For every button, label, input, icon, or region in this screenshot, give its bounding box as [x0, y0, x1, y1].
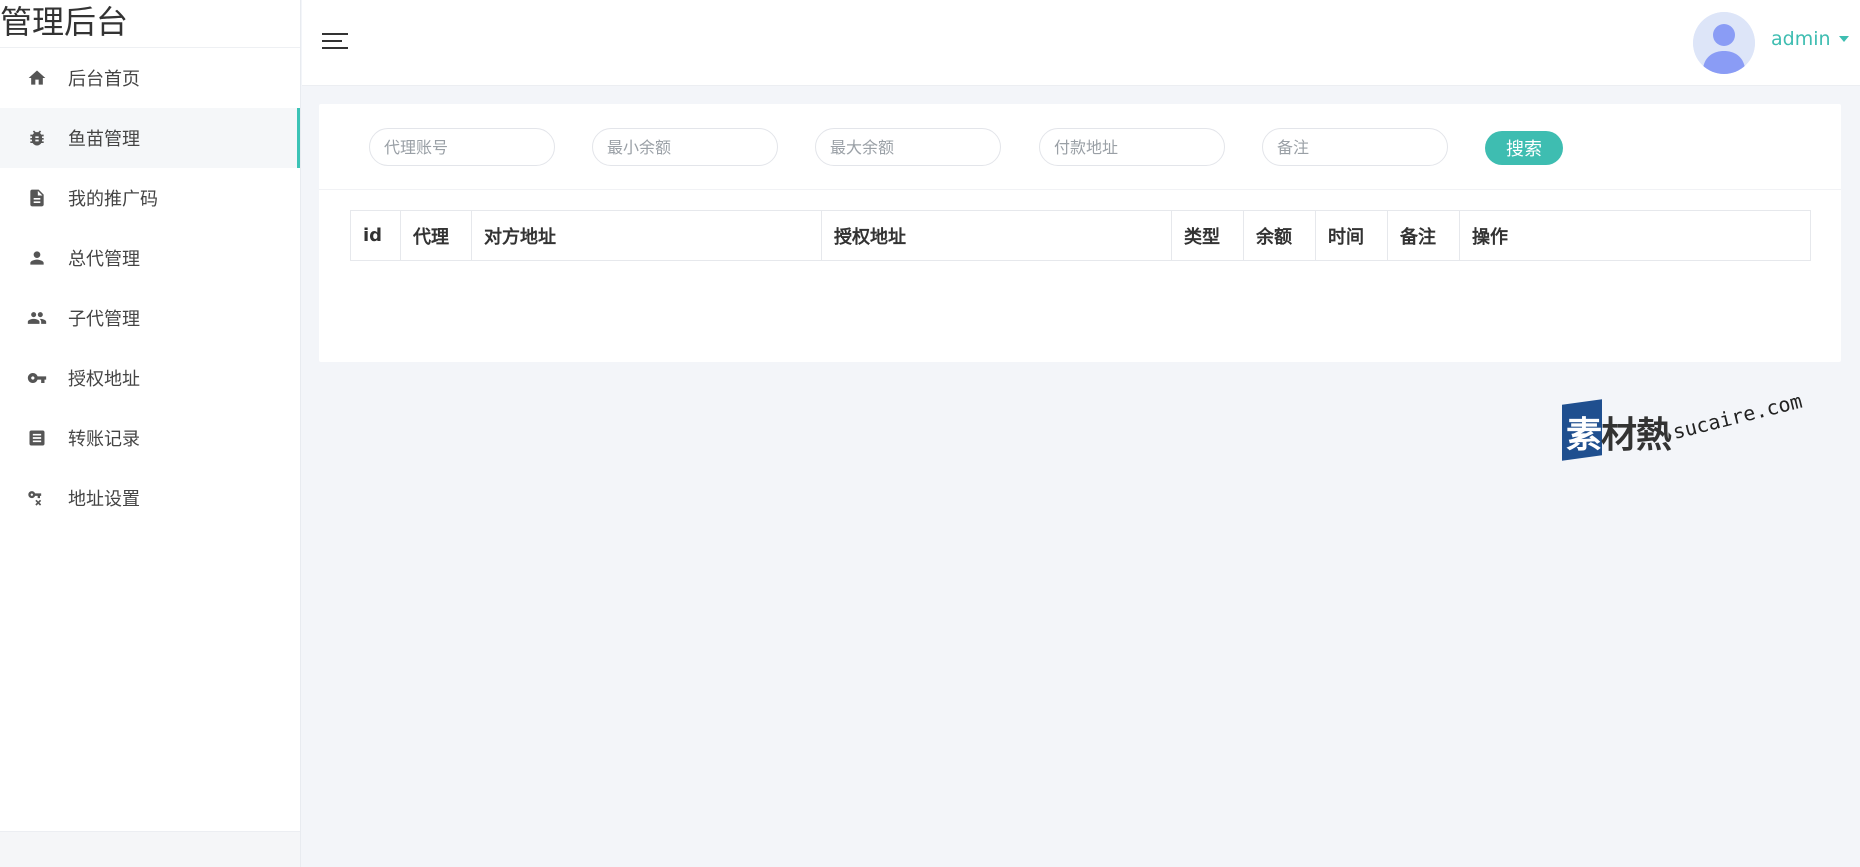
bug-icon	[26, 127, 48, 149]
sidebar-item-authorized-address[interactable]: 授权地址	[0, 348, 300, 408]
watermark-en-text: sucaire.com	[1670, 388, 1805, 444]
column-header-balance[interactable]: 余额	[1243, 210, 1316, 261]
column-header-remark[interactable]: 备注	[1387, 210, 1460, 261]
max-balance-input[interactable]	[815, 128, 1001, 166]
brand-title: 管理后台	[0, 0, 300, 48]
avatar[interactable]	[1693, 12, 1755, 74]
key-icon	[26, 367, 48, 389]
home-icon	[26, 67, 48, 89]
sidebar-item-address-settings[interactable]: 地址设置	[0, 468, 300, 528]
sidebar-item-label: 总代管理	[68, 249, 140, 270]
sidebar-item-label: 后台首页	[68, 69, 140, 90]
column-header-time[interactable]: 时间	[1315, 210, 1388, 261]
content-card: 搜索 id 代理 对方地址 授权地址 类型 余额 时间 备注 操作	[319, 104, 1841, 362]
document-icon	[26, 187, 48, 209]
sidebar-item-general-agent[interactable]: 总代管理	[0, 228, 300, 288]
chevron-down-icon	[1838, 36, 1849, 42]
sidebar-footer	[0, 831, 300, 867]
user-name: admin	[1771, 28, 1831, 50]
people-icon	[26, 307, 48, 329]
column-header-authorized-address[interactable]: 授权地址	[821, 210, 1172, 261]
table-header-row: id 代理 对方地址 授权地址 类型 余额 时间 备注 操作	[350, 210, 1811, 261]
remark-input[interactable]	[1262, 128, 1448, 166]
search-button[interactable]: 搜索	[1485, 131, 1563, 165]
sidebar-item-label: 子代管理	[68, 309, 140, 330]
sidebar-item-label: 我的推广码	[68, 189, 158, 210]
sidebar-item-fry-management[interactable]: 鱼苗管理	[0, 108, 300, 168]
sidebar-item-sub-agent[interactable]: 子代管理	[0, 288, 300, 348]
list-box-icon	[26, 427, 48, 449]
sidebar-item-label: 转账记录	[68, 429, 140, 450]
person-icon	[26, 247, 48, 269]
key-settings-icon	[26, 487, 48, 509]
sidebar-item-transfer-records[interactable]: 转账记录	[0, 408, 300, 468]
column-header-agent[interactable]: 代理	[400, 210, 472, 261]
sidebar-item-label: 地址设置	[68, 489, 140, 510]
payment-address-input[interactable]	[1039, 128, 1225, 166]
menu-toggle-icon[interactable]	[322, 30, 350, 52]
top-header: admin	[302, 0, 1860, 86]
min-balance-input[interactable]	[592, 128, 778, 166]
sidebar-item-label: 授权地址	[68, 369, 140, 390]
watermark-zh-text: 素材熱	[1566, 415, 1672, 456]
sidebar-item-home[interactable]: 后台首页	[0, 48, 300, 108]
sidebar-menu: 后台首页 鱼苗管理 我的推广码 总代管理 子代管理 授权地址 转账记录 地址设置	[0, 48, 300, 528]
filter-bar: 搜索	[319, 104, 1841, 190]
watermark-logo: 素材熱 sucaire.com	[1562, 389, 1812, 470]
sidebar-item-promo-code[interactable]: 我的推广码	[0, 168, 300, 228]
user-menu[interactable]: admin	[1771, 28, 1849, 50]
sidebar: 管理后台 后台首页 鱼苗管理 我的推广码 总代管理 子代管理 授权地址 转账记录…	[0, 0, 301, 867]
column-header-type[interactable]: 类型	[1171, 210, 1244, 261]
agent-account-input[interactable]	[369, 128, 555, 166]
column-header-actions[interactable]: 操作	[1459, 210, 1811, 261]
column-header-id[interactable]: id	[350, 210, 401, 261]
sidebar-item-label: 鱼苗管理	[68, 129, 140, 150]
data-table: id 代理 对方地址 授权地址 类型 余额 时间 备注 操作	[350, 210, 1811, 261]
column-header-counterparty-address[interactable]: 对方地址	[471, 210, 822, 261]
